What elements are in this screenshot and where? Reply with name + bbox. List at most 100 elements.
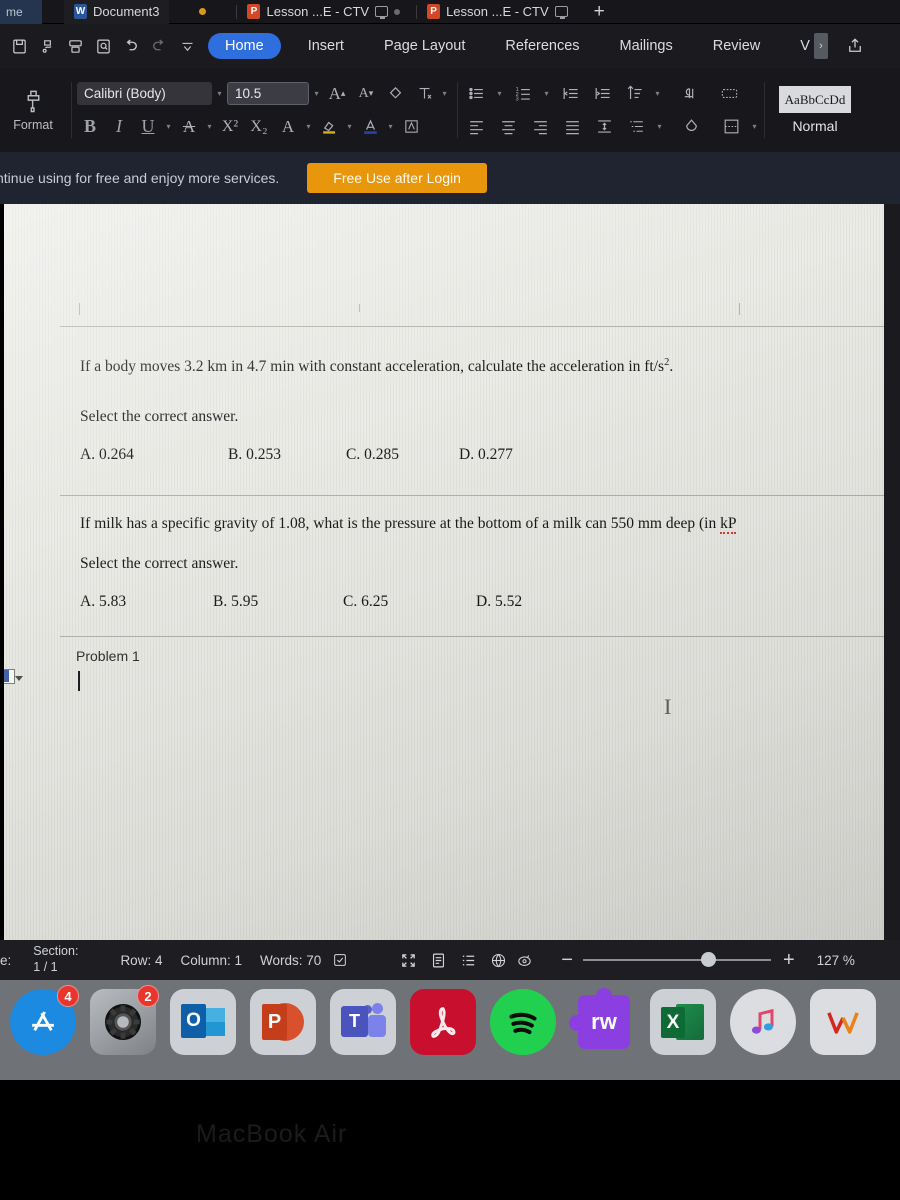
increase-indent-icon[interactable]	[589, 81, 615, 107]
decrease-indent-icon[interactable]	[557, 81, 583, 107]
question2-option-d[interactable]: D. 5.52	[476, 593, 522, 611]
align-left-icon[interactable]	[463, 114, 489, 140]
dock-item-system-preferences[interactable]: 2	[90, 985, 159, 1055]
numbered-list-icon[interactable]: 123	[510, 81, 536, 107]
tab-mailings[interactable]: Mailings	[607, 33, 686, 59]
dock-item-app-store[interactable]: 4	[10, 985, 79, 1055]
new-tab-button[interactable]: +	[578, 2, 621, 21]
share-icon[interactable]	[842, 33, 868, 59]
chevron-down-icon[interactable]: ▾	[345, 122, 354, 131]
format-painter-button[interactable]: Format	[0, 88, 66, 132]
dock-item-teams[interactable]: T	[330, 989, 396, 1055]
align-center-icon[interactable]	[495, 114, 521, 140]
free-use-after-login-button[interactable]: Free Use after Login	[307, 163, 487, 193]
chevron-down-icon[interactable]: ▾	[304, 122, 313, 131]
ribbon-overflow-button[interactable]: ›	[813, 33, 828, 59]
dock-item-read-write[interactable]: rw	[569, 988, 636, 1055]
subscript-button[interactable]: X₂	[246, 114, 272, 140]
grow-font-button[interactable]: A ▴	[324, 81, 350, 107]
tab-insert[interactable]: Insert	[295, 33, 357, 59]
chevron-down-icon[interactable]: ▾	[542, 89, 551, 98]
print-layout-icon[interactable]	[427, 949, 449, 971]
arabic-text-icon[interactable]	[716, 81, 742, 107]
question1-option-d[interactable]: D. 0.277	[459, 446, 513, 464]
outline-view-icon[interactable]	[457, 949, 479, 971]
question1-option-a[interactable]: A. 0.264	[80, 446, 228, 464]
chevron-down-icon[interactable]: ▾	[440, 89, 449, 98]
dock-item-outlook[interactable]: O	[170, 989, 236, 1055]
web-layout-icon[interactable]	[487, 949, 509, 971]
chevron-down-icon[interactable]: ▾	[653, 89, 662, 98]
tab-references[interactable]: References	[492, 33, 592, 59]
tab-view[interactable]: V	[787, 33, 812, 59]
paragraph-shading-icon[interactable]	[678, 114, 704, 140]
character-border-button[interactable]: A	[275, 114, 301, 140]
align-right-icon[interactable]	[527, 114, 553, 140]
proofing-check-icon[interactable]	[329, 949, 351, 971]
show-formatting-marks-icon[interactable]	[676, 81, 702, 107]
question2-option-c[interactable]: C. 6.25	[343, 593, 476, 611]
undo-icon[interactable]	[118, 33, 144, 59]
chevron-down-icon[interactable]: ▾	[215, 89, 224, 98]
style-preview[interactable]: AaBbCcDd	[779, 86, 851, 113]
zoom-in-button[interactable]: +	[783, 950, 795, 970]
font-color-icon[interactable]	[357, 114, 383, 140]
dock-item-wps-office[interactable]	[810, 989, 876, 1055]
line-spacing-icon[interactable]	[591, 114, 617, 140]
justify-icon[interactable]	[559, 114, 585, 140]
dock-item-powerpoint[interactable]: P	[250, 989, 316, 1055]
character-shading-icon[interactable]	[398, 114, 424, 140]
tab-page-layout[interactable]: Page Layout	[371, 33, 478, 59]
print-icon[interactable]	[62, 33, 88, 59]
multilevel-list-icon[interactable]	[623, 114, 649, 140]
tab-lesson-1[interactable]: P Lesson ...E - CTV	[237, 0, 410, 24]
save-icon[interactable]	[6, 33, 32, 59]
question2-option-a[interactable]: A. 5.83	[80, 593, 213, 611]
focus-mode-icon[interactable]	[397, 949, 419, 971]
chevron-down-icon[interactable]: ▾	[312, 89, 321, 98]
zoom-slider-handle[interactable]	[700, 952, 716, 967]
tab-lesson-2[interactable]: P Lesson ...E - CTV	[417, 0, 578, 24]
styles-gallery[interactable]: AaBbCcDd Normal	[776, 86, 854, 134]
superscript-button[interactable]: X²	[217, 114, 243, 140]
question2-option-b[interactable]: B. 5.95	[213, 593, 343, 611]
bullet-list-icon[interactable]	[463, 81, 489, 107]
section-indicator[interactable]: Section: 1 / 1	[33, 944, 78, 975]
underline-button[interactable]: U	[135, 114, 161, 140]
italic-button[interactable]: I	[106, 114, 132, 140]
chevron-down-icon[interactable]: ▾	[205, 122, 214, 131]
dock-item-adobe-acrobat[interactable]	[410, 989, 476, 1055]
immersive-reader-icon[interactable]	[513, 949, 535, 971]
question1-option-b[interactable]: B. 0.253	[228, 446, 346, 464]
chevron-down-icon[interactable]: ▾	[655, 122, 664, 131]
zoom-out-button[interactable]: −	[561, 950, 573, 970]
strikethrough-button[interactable]: A	[176, 114, 202, 140]
document-text-body[interactable]: If a body moves 3.2 km in 4.7 min with c…	[0, 204, 884, 940]
chevron-down-icon[interactable]: ▾	[495, 89, 504, 98]
question1-option-c[interactable]: C. 0.285	[346, 446, 459, 464]
tab-home[interactable]: Home	[208, 33, 281, 59]
font-size-input[interactable]: 10.5	[227, 82, 309, 105]
shrink-font-button[interactable]: A ▾	[353, 81, 379, 107]
dock-item-excel[interactable]: X	[650, 989, 716, 1055]
redo-icon[interactable]	[146, 33, 172, 59]
print-preview-icon[interactable]	[34, 33, 60, 59]
text-effects-icon[interactable]	[411, 81, 437, 107]
dock-item-spotify[interactable]	[490, 989, 556, 1055]
borders-icon[interactable]	[718, 114, 744, 140]
chevron-down-icon[interactable]: ▾	[750, 122, 759, 131]
zoom-slider[interactable]	[582, 952, 771, 967]
word-count[interactable]: Words: 70	[260, 953, 321, 968]
sort-icon[interactable]	[621, 81, 647, 107]
document-canvas[interactable]: If a body moves 3.2 km in 4.7 min with c…	[0, 204, 900, 940]
tab-clipped[interactable]: me	[0, 0, 42, 24]
paste-options-icon[interactable]	[2, 669, 23, 685]
document-page[interactable]: If a body moves 3.2 km in 4.7 min with c…	[0, 204, 884, 940]
chevron-down-icon[interactable]: ▾	[386, 122, 395, 131]
find-icon[interactable]	[90, 33, 116, 59]
zoom-level[interactable]: 127 %	[817, 953, 855, 968]
dock-item-music[interactable]	[730, 989, 796, 1055]
highlight-color-icon[interactable]	[316, 114, 342, 140]
tab-document3[interactable]: W Document3	[64, 0, 170, 24]
clear-formatting-icon[interactable]	[382, 81, 408, 107]
